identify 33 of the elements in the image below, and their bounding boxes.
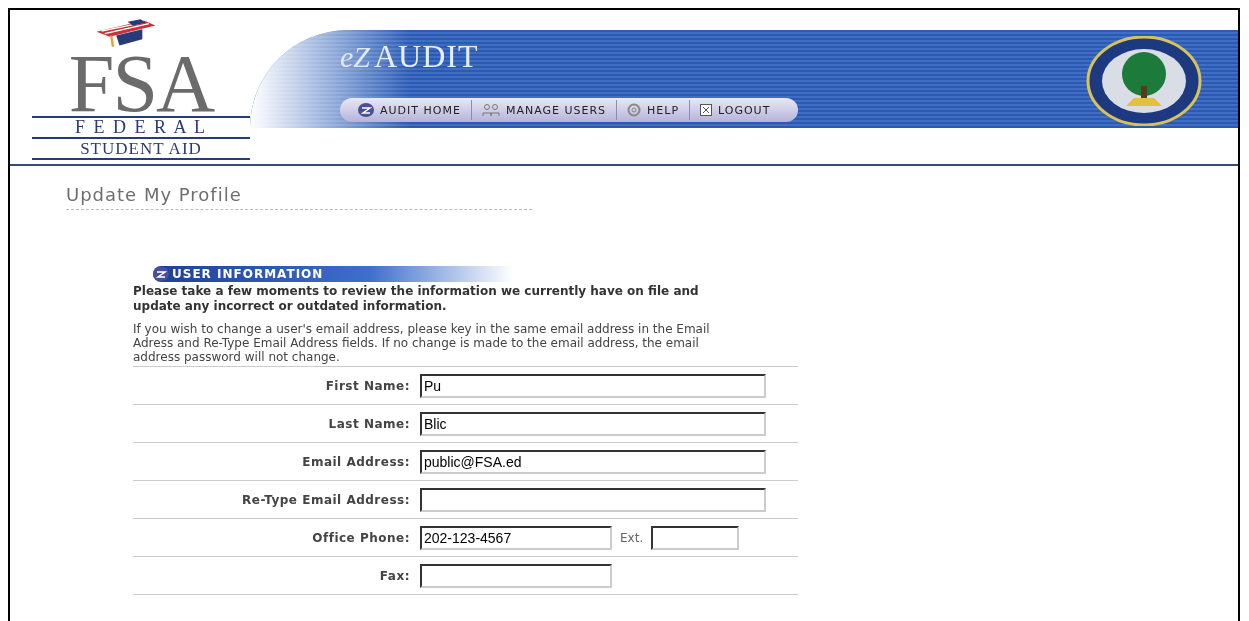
ext-label: Ext. bbox=[620, 530, 644, 545]
field-label: Office Phone: bbox=[311, 530, 410, 545]
logo-letters: FSA bbox=[68, 48, 214, 116]
users-icon bbox=[481, 103, 500, 117]
text-field[interactable]: public@FSA.ed bbox=[420, 449, 766, 474]
field-label: First Name: bbox=[324, 378, 410, 393]
field-label: Fax: bbox=[378, 568, 410, 583]
lifebuoy-icon bbox=[627, 103, 642, 117]
nav-link[interactable]: LOGOUT bbox=[690, 100, 781, 120]
field-label: Email Address: bbox=[301, 454, 410, 469]
section-title: USER INFORMATION bbox=[172, 267, 324, 281]
close-box-icon bbox=[700, 104, 713, 116]
text-field[interactable]: Pu bbox=[420, 373, 766, 398]
ez-logo-icon bbox=[153, 267, 169, 281]
note-text: If you wish to change a user's email address, please key in the same email address in the Email Adress and Re-Type Email Address fields. If no change is made to the email address, the email address password will not change. bbox=[133, 322, 711, 364]
graduation-cap-icon bbox=[95, 18, 157, 48]
brand-prefix: eZ bbox=[340, 39, 370, 74]
logo-subtitle: STUDENT AID bbox=[32, 137, 250, 160]
text-field[interactable]: Blic bbox=[420, 411, 766, 436]
extension-field[interactable] bbox=[651, 525, 740, 550]
text-field[interactable] bbox=[420, 563, 612, 588]
page-title: Update My Profile bbox=[66, 184, 532, 210]
logo-subtitle: F E D E R A L bbox=[32, 116, 250, 137]
ez-logo-icon bbox=[358, 103, 374, 117]
intro-text: Please take a few moments to review the information we currently have on file and update any incorrect or outdated information. bbox=[133, 284, 700, 314]
nav-link[interactable]: MANAGE USERS bbox=[471, 100, 618, 120]
text-field[interactable] bbox=[420, 487, 766, 512]
nav-link[interactable]: AUDIT HOME bbox=[348, 100, 472, 120]
field-label: Last Name: bbox=[327, 416, 410, 431]
brand-name: AUDIT bbox=[374, 38, 479, 75]
text-field[interactable]: 202-123-4567 bbox=[420, 525, 612, 550]
nav-link[interactable]: HELP bbox=[617, 100, 691, 120]
field-label: Re-Type Email Address: bbox=[241, 492, 410, 507]
